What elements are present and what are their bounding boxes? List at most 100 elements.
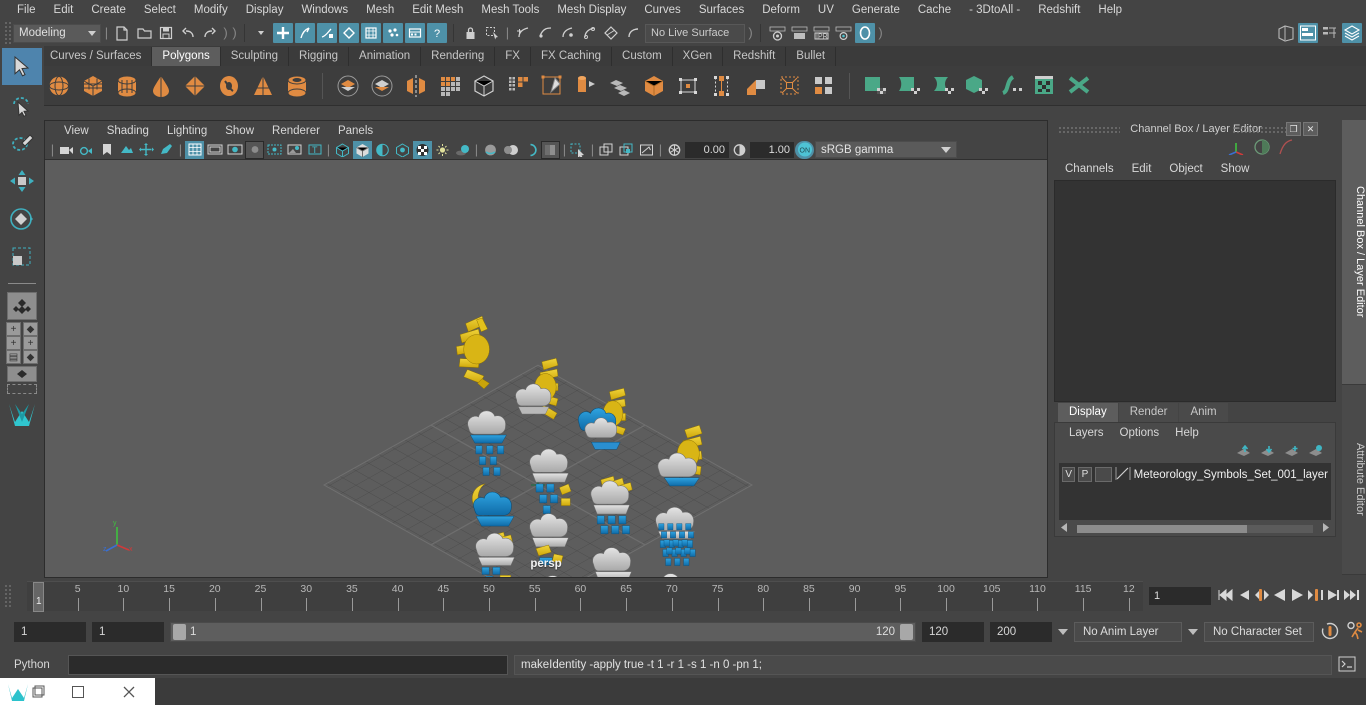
color-space-selector[interactable]: sRGB gamma xyxy=(815,141,957,158)
quad-layout-outliner-persp[interactable]: ▤ xyxy=(6,350,21,364)
menu-item-mesh[interactable]: Mesh xyxy=(357,2,403,18)
viewport-menu-lighting[interactable]: Lighting xyxy=(158,124,216,138)
uv-cylindrical-icon[interactable] xyxy=(894,71,924,101)
close-icon[interactable]: ✕ xyxy=(1303,122,1318,136)
poly-torus-icon[interactable] xyxy=(214,71,244,101)
menu-item-mesh-tools[interactable]: Mesh Tools xyxy=(472,2,548,18)
uv-unfold-icon[interactable] xyxy=(996,71,1026,101)
shelf-tab-custom[interactable]: Custom xyxy=(612,47,673,66)
shelf-tab-redshift[interactable]: Redshift xyxy=(723,47,787,66)
undo-icon[interactable] xyxy=(178,23,198,43)
select-point-icon[interactable] xyxy=(339,23,359,43)
poly-multi-cut-icon[interactable] xyxy=(537,71,567,101)
tab-render[interactable]: Render xyxy=(1118,403,1179,422)
anim-layer-chevron-icon[interactable] xyxy=(1058,629,1068,635)
auto-key-icon[interactable] xyxy=(1320,621,1340,643)
close-window[interactable] xyxy=(103,678,155,705)
channel-menu-edit[interactable]: Edit xyxy=(1123,162,1161,176)
last-tool-used[interactable] xyxy=(7,292,37,320)
character-set-selector[interactable]: No Character Set xyxy=(1204,622,1314,642)
layer-color-swatch-icon[interactable] xyxy=(1115,466,1131,484)
scroll-left-icon[interactable] xyxy=(1061,522,1068,535)
gate-mask-icon[interactable] xyxy=(245,140,264,159)
render-sequence-icon[interactable] xyxy=(789,23,809,43)
color-management-toggle-icon[interactable]: ON xyxy=(795,140,814,159)
poly-smooth-icon[interactable] xyxy=(435,71,465,101)
layer-visibility-toggle[interactable]: V xyxy=(1062,467,1076,482)
side-tab-channel-box[interactable]: Channel Box / Layer Editor xyxy=(1342,120,1366,385)
text-display-icon[interactable]: T xyxy=(305,141,324,159)
layer-row[interactable]: V P Meteorology_Symbols_Set_001_layer xyxy=(1062,466,1328,483)
side-tab-attribute-editor[interactable]: Attribute Editor xyxy=(1342,385,1366,575)
status-line-handle[interactable] xyxy=(4,21,11,45)
maya-app-icon[interactable] xyxy=(0,678,52,705)
menu-item-file[interactable]: File xyxy=(8,2,45,18)
select-misc-icon[interactable]: ? xyxy=(427,23,447,43)
move-layer-down-icon[interactable] xyxy=(1260,445,1275,460)
quad-layout-four-panes[interactable]: + xyxy=(23,336,38,350)
snap-to-curve-icon[interactable] xyxy=(535,23,555,43)
snapshot-icon[interactable] xyxy=(617,141,636,159)
show-attribute-editor-icon[interactable] xyxy=(1298,23,1318,43)
shelf-tab-rendering[interactable]: Rendering xyxy=(421,47,496,66)
menu-item-uv[interactable]: UV xyxy=(809,2,843,18)
exposure-field[interactable]: 0.00 xyxy=(685,141,729,158)
tab-anim[interactable]: Anim xyxy=(1179,403,1228,422)
viewport-menu-renderer[interactable]: Renderer xyxy=(263,124,329,138)
resolution-gate-icon[interactable] xyxy=(225,141,244,159)
snap-to-point-icon[interactable] xyxy=(557,23,577,43)
exposure-icon[interactable] xyxy=(665,141,684,159)
axis-gizmo-icon[interactable] xyxy=(1228,139,1246,158)
animation-preferences-icon[interactable] xyxy=(1346,621,1366,643)
range-handle-left[interactable] xyxy=(173,624,186,640)
two-dimensional-pan-zoom-icon[interactable] xyxy=(137,141,156,159)
character-set-chevron-icon[interactable] xyxy=(1188,629,1198,635)
lock-camera-icon[interactable] xyxy=(77,141,96,159)
poly-extrude-icon[interactable] xyxy=(639,71,669,101)
viewport-snapshot-icon[interactable] xyxy=(637,141,656,159)
shelf-tab-fx-caching[interactable]: FX Caching xyxy=(530,47,613,66)
menu-item-deform[interactable]: Deform xyxy=(753,2,809,18)
shelf-tab-rigging[interactable]: Rigging xyxy=(289,47,350,66)
gamma-field[interactable]: 1.00 xyxy=(750,141,794,158)
shelf-tab-animation[interactable]: Animation xyxy=(349,47,422,66)
quad-layout-custom[interactable] xyxy=(7,384,37,394)
time-slider-handle[interactable] xyxy=(4,584,11,608)
shelf-tab-polygons[interactable]: Polygons xyxy=(152,47,221,66)
menu-item-generate[interactable]: Generate xyxy=(843,2,909,18)
bookmark-icon[interactable] xyxy=(97,141,116,159)
select-tool[interactable] xyxy=(2,48,42,85)
highlight-selection-icon[interactable] xyxy=(482,23,502,43)
shelf-tab-bullet[interactable]: Bullet xyxy=(786,47,837,66)
shading-sphere-icon[interactable] xyxy=(1254,138,1270,158)
viewport-menu-view[interactable]: View xyxy=(55,124,98,138)
menu-item-cache[interactable]: Cache xyxy=(909,2,960,18)
poly-pipe-icon[interactable] xyxy=(282,71,312,101)
layer-menu-help[interactable]: Help xyxy=(1167,426,1207,440)
step-forward-frame-icon[interactable] xyxy=(1307,588,1323,605)
move-layer-up-icon[interactable] xyxy=(1236,444,1251,460)
open-scene-icon[interactable] xyxy=(134,23,154,43)
select-animation-icon[interactable] xyxy=(405,23,425,43)
time-slider-track[interactable]: 1 5 10 15 20 25 30 35 40 45 50 55 60 65 70 75 80 85 90 95 1… xyxy=(27,581,1143,612)
poly-bevel-icon[interactable] xyxy=(605,71,635,101)
viewport-menu-show[interactable]: Show xyxy=(216,124,263,138)
poly-boolean-union-icon[interactable] xyxy=(333,71,363,101)
grid-icon[interactable] xyxy=(185,140,204,159)
motion-blur-icon[interactable] xyxy=(501,141,520,159)
new-scene-icon[interactable] xyxy=(112,23,132,43)
menu-item-select[interactable]: Select xyxy=(135,2,185,18)
shelf-tab-sculpting[interactable]: Sculpting xyxy=(220,47,290,66)
anim-end-time-field[interactable]: 200 xyxy=(990,622,1052,642)
curve-icon[interactable] xyxy=(1278,138,1294,158)
menu-item-windows[interactable]: Windows xyxy=(292,2,357,18)
layer-list[interactable]: V P Meteorology_Symbols_Set_001_layer xyxy=(1059,463,1331,520)
playback-end-time-field[interactable]: 120 xyxy=(922,622,984,642)
go-to-end-icon[interactable] xyxy=(1343,588,1360,605)
texture-icon[interactable] xyxy=(393,141,412,159)
channel-box-list[interactable] xyxy=(1054,180,1336,402)
menu-item-mesh-display[interactable]: Mesh Display xyxy=(548,2,635,18)
render-current-frame-icon[interactable] xyxy=(767,23,787,43)
poly-mirror-icon[interactable] xyxy=(401,71,431,101)
select-by-component-type-icon[interactable] xyxy=(317,23,337,43)
